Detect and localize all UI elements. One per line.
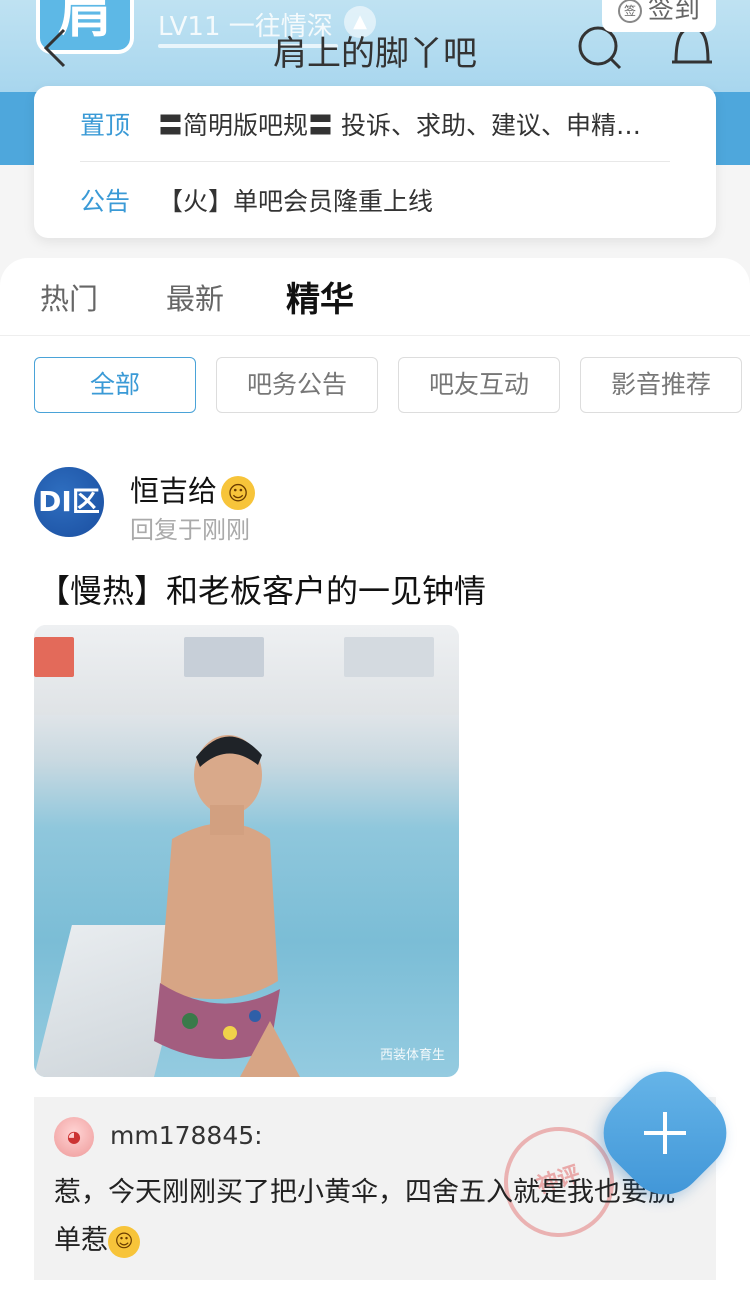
reply-time: 回复于刚刚 xyxy=(130,516,250,544)
filter-chips: 全部 吧务公告 吧友互动 影音推荐 xyxy=(34,357,742,413)
post-author[interactable]: 恒吉给 ☺ xyxy=(130,468,256,510)
notice-tag: 公告 xyxy=(80,187,131,216)
smirk-emoji-icon: ☺ xyxy=(108,1225,140,1258)
post-title[interactable]: 【慢热】和老板客户的一见钟情 xyxy=(38,566,486,612)
tab-featured[interactable]: 精华 xyxy=(286,272,354,321)
signin-icon: 签 xyxy=(617,0,642,23)
reply-username[interactable]: mm178845: xyxy=(110,1121,263,1150)
forum-title: 肩上的脚丫吧 xyxy=(273,34,477,74)
swimmer-figure xyxy=(154,735,300,1077)
filter-chip-admin[interactable]: 吧务公告 xyxy=(216,357,378,413)
avatar[interactable]: DI区 xyxy=(34,467,104,537)
notice-text: 【火】单吧会员隆重上线 xyxy=(158,187,434,216)
image-watermark: 西装体育生 xyxy=(379,1048,445,1063)
tab-hot[interactable]: 热门 xyxy=(40,276,98,318)
filter-chip-media[interactable]: 影音推荐 xyxy=(580,357,742,413)
image-background xyxy=(34,625,459,715)
grin-emoji-icon: ☺ xyxy=(221,476,256,510)
reply-text: 惹，今天刚刚买了把小黄伞，四舍五入就是我也要脱单惹 ☺ xyxy=(54,1177,675,1258)
post-image[interactable]: 西装体育生 xyxy=(34,625,459,1077)
notice-text: 〓简明版吧规〓 投诉、求助、建议、申精… xyxy=(158,110,641,140)
notice-tag: 置顶 xyxy=(80,110,131,140)
signin-button[interactable]: 签签到 xyxy=(602,0,716,32)
notice-row-announcement[interactable]: 公告 【火】单吧会员隆重上线 xyxy=(80,162,670,238)
tab-latest[interactable]: 最新 xyxy=(166,276,224,318)
filter-chip-all[interactable]: 全部 xyxy=(34,357,196,413)
reply-avatar[interactable]: ◕ xyxy=(54,1117,94,1157)
notice-row-pinned[interactable]: 置顶 〓简明版吧规〓 投诉、求助、建议、申精… xyxy=(80,86,670,162)
plus-icon[interactable] xyxy=(610,1078,720,1188)
feed-tabs: 热门 最新 精华 xyxy=(0,258,750,336)
filter-chip-interaction[interactable]: 吧友互动 xyxy=(398,357,560,413)
notice-card: 置顶 〓简明版吧规〓 投诉、求助、建议、申精… 公告 【火】单吧会员隆重上线 xyxy=(34,86,716,238)
